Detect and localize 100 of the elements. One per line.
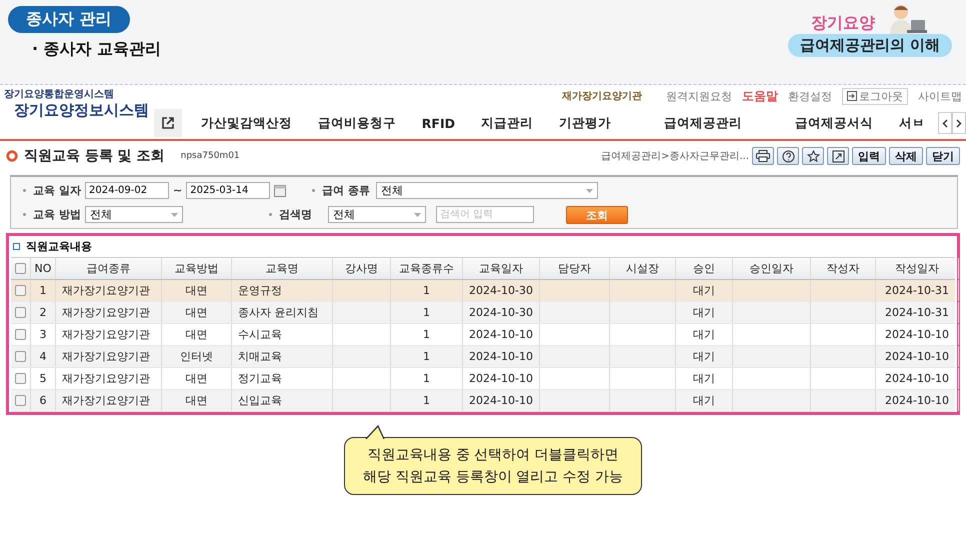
- section-badge: 종사자 관리: [8, 6, 130, 33]
- table-cell: 6: [40, 394, 46, 407]
- table-cell: 2024-10-10: [469, 350, 533, 363]
- method-dropdown[interactable]: 전체: [85, 206, 183, 223]
- end-date-field[interactable]: 2025-03-14: [186, 182, 270, 199]
- table-cell: 1: [423, 328, 430, 341]
- table-cell: 2024-10-10: [885, 372, 949, 385]
- table-cell: 2024-10-10: [469, 328, 533, 341]
- subtitle: · 종사자 교육관리: [32, 39, 162, 60]
- table-cell: 인터넷: [180, 349, 213, 364]
- table-cell: 1: [423, 284, 430, 297]
- column-header: 교육종류수: [391, 258, 463, 279]
- table-cell: 재가장기요양기관: [62, 283, 150, 298]
- field-label: 검색명: [257, 207, 324, 222]
- table-cell: 2024-10-10: [469, 372, 533, 385]
- checkbox[interactable]: [15, 329, 26, 340]
- table-cell: 대면: [186, 371, 208, 386]
- header-link[interactable]: 사이트맵: [918, 88, 962, 104]
- column-header: 작성자: [811, 258, 876, 279]
- section-title: 직원교육내용: [26, 239, 92, 254]
- brand-pill: 급여제공관리의 이해: [788, 34, 952, 57]
- start-date-field[interactable]: 2024-09-02: [85, 182, 169, 199]
- callout-text: 직원교육내용 중 선택하여 더블클릭하면 해당 직원교육 등록창이 열리고 수정 가능: [362, 446, 624, 487]
- table-cell: 대면: [186, 305, 208, 320]
- table-cell: 운영규정: [238, 283, 282, 298]
- table-cell: 치매교육: [238, 349, 282, 364]
- table-cell: 재가장기요양기관: [62, 393, 150, 408]
- table-cell: 1: [423, 306, 430, 319]
- table-cell: 1: [40, 284, 46, 297]
- table-cell: 신입교육: [238, 393, 282, 408]
- table-cell: 대기: [693, 305, 715, 320]
- toolbar-button[interactable]: 닫기: [926, 147, 960, 165]
- logout-icon: [847, 91, 857, 101]
- column-header: 담당자: [540, 258, 610, 279]
- menu-item[interactable]: 기관평가: [546, 114, 624, 132]
- table-cell: 재가장기요양기관: [62, 349, 150, 364]
- header-link[interactable]: 환경설정: [788, 88, 832, 104]
- external-link-icon[interactable]: [154, 109, 182, 137]
- checkbox[interactable]: [15, 373, 26, 384]
- table-cell: 2024-10-31: [885, 284, 949, 297]
- table-cell: 5: [40, 372, 46, 385]
- table-cell: 2: [40, 306, 46, 319]
- help-icon[interactable]: [777, 147, 799, 165]
- table-cell: 재가장기요양기관: [62, 371, 150, 386]
- table-cell: 4: [40, 350, 46, 363]
- table-cell: 수시교육: [238, 327, 282, 342]
- table-cell: 2024-10-10: [885, 394, 949, 407]
- column-header: 승인일자: [733, 258, 811, 279]
- table-cell: 2024-10-10: [885, 350, 949, 363]
- toolbar-button[interactable]: 삭제: [889, 147, 923, 165]
- table-cell: 재가장기요양기관: [62, 327, 150, 342]
- menu-item[interactable]: 서ㅂ: [886, 114, 938, 132]
- column-header: 작성일자: [876, 258, 959, 279]
- org-label: 재가장기요양기관: [562, 90, 642, 103]
- header-link[interactable]: 도움말: [742, 88, 778, 104]
- menu-item[interactable]: 가산및감액산정: [188, 114, 305, 132]
- checkbox[interactable]: [15, 307, 26, 318]
- table-cell: 2024-10-31: [885, 306, 949, 319]
- menu-item[interactable]: 급여제공서식: [782, 114, 886, 132]
- table-cell: 종사자 윤리지침: [238, 305, 318, 320]
- table-cell: 대기: [693, 371, 715, 386]
- column-header: 교육방법: [162, 258, 232, 279]
- screen-code: npsa750m01: [180, 151, 240, 161]
- table-cell: 2024-10-10: [469, 394, 533, 407]
- table-cell: 대기: [693, 349, 715, 364]
- menu-item[interactable]: RFID: [408, 116, 468, 130]
- search-field[interactable]: 검색어 입력: [436, 206, 534, 223]
- checkbox[interactable]: [15, 285, 26, 296]
- menu-item[interactable]: 급여비용청구: [304, 114, 409, 132]
- checkbox[interactable]: [15, 395, 26, 406]
- menu-item[interactable]: 급여제공관리: [624, 114, 782, 132]
- column-header: NO: [31, 258, 56, 279]
- checkbox[interactable]: [15, 263, 26, 274]
- checkbox[interactable]: [15, 351, 26, 362]
- field-label: 급여 종류: [300, 183, 372, 198]
- column-header: 승인: [676, 258, 733, 279]
- search-type-dropdown[interactable]: 전체: [328, 206, 426, 223]
- popup-icon[interactable]: [827, 147, 849, 165]
- system-title: 장기요양정보시스템: [14, 101, 150, 120]
- logout-link[interactable]: 로그아웃: [842, 88, 908, 104]
- benefit-type-dropdown[interactable]: 전체: [376, 182, 598, 199]
- toolbar-button[interactable]: 입력: [852, 147, 886, 165]
- table-cell: 대면: [186, 327, 208, 342]
- table-cell: 2024-10-10: [885, 328, 949, 341]
- circle-icon: [6, 150, 18, 162]
- field-label: 교육 방법: [11, 207, 81, 222]
- range-separator: ~: [173, 184, 182, 197]
- menu-item[interactable]: 지급관리: [468, 114, 546, 132]
- print-icon[interactable]: [752, 147, 774, 165]
- square-icon: [13, 243, 20, 250]
- caret-icon: [586, 188, 594, 192]
- header-link[interactable]: 원격지원요청: [666, 88, 732, 104]
- table-cell: 대기: [693, 283, 715, 298]
- page-title: 직원교육 등록 및 조회: [24, 147, 165, 165]
- caret-icon: [414, 212, 421, 216]
- column-header: 교육명: [232, 258, 333, 279]
- table-cell: 대기: [693, 393, 715, 408]
- calendar-icon[interactable]: [274, 184, 286, 197]
- breadcrumb: 급여제공관리>종사자근무관리...: [601, 150, 749, 163]
- system-subtitle: 장기요양통합운영시스템: [4, 88, 115, 101]
